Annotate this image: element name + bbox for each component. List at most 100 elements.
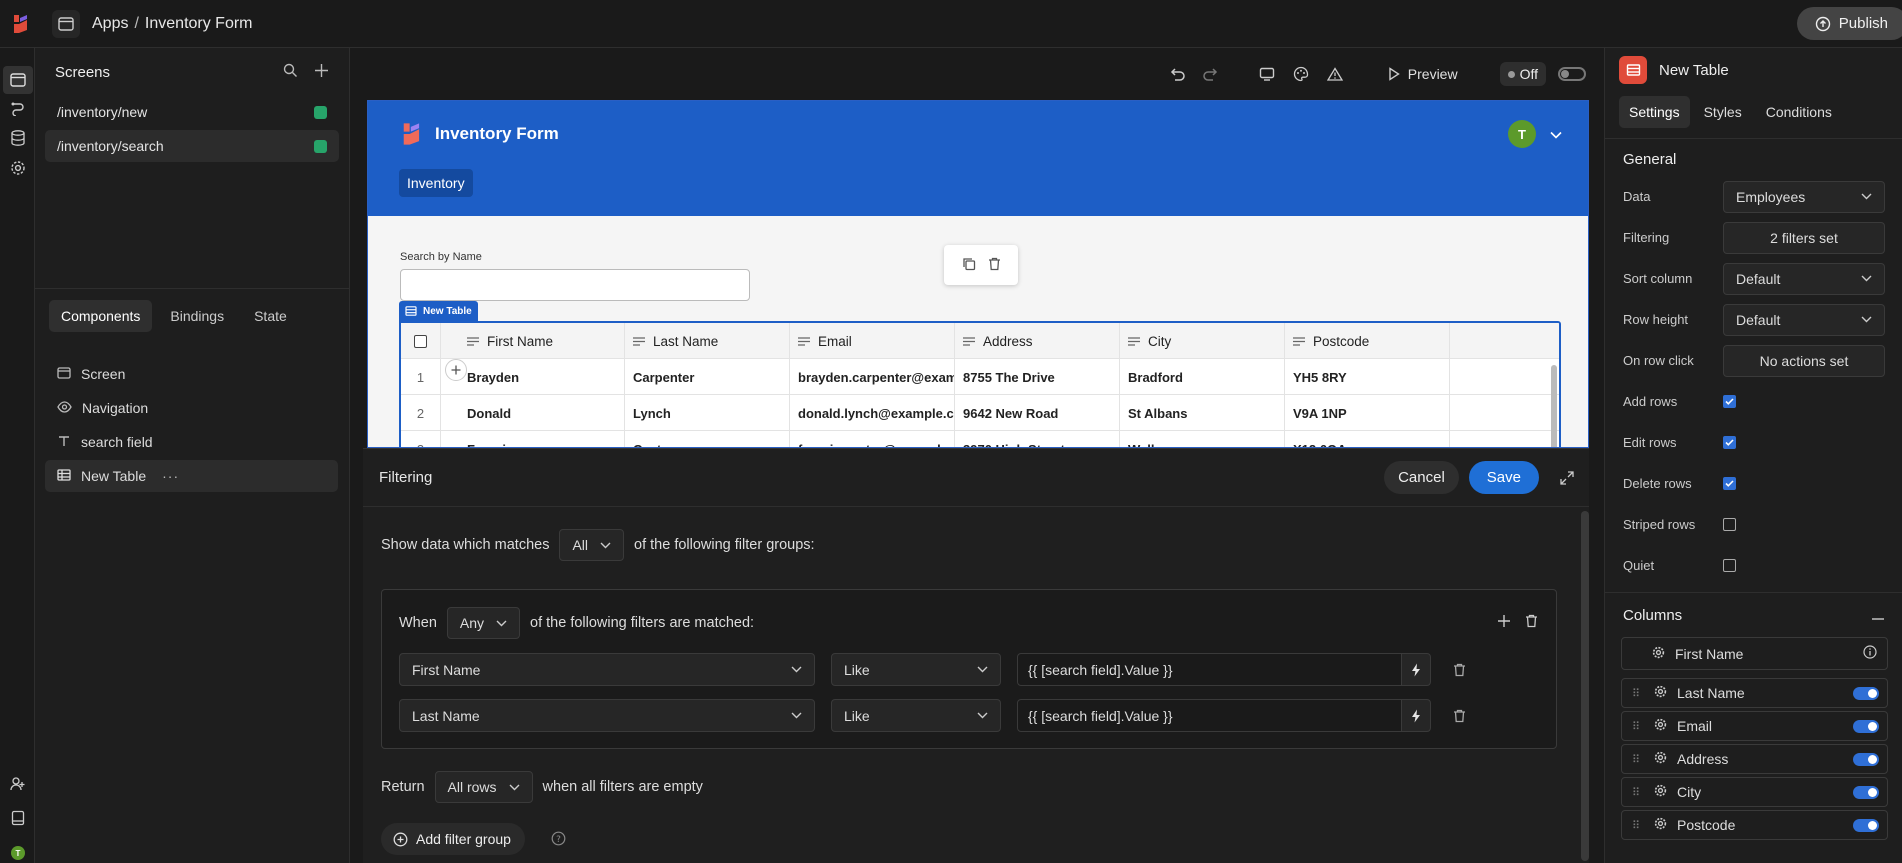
breadcrumb-app-name[interactable]: Inventory Form: [145, 15, 253, 33]
table-row[interactable]: 1 Brayden Carpenter brayden.carpenter@ex…: [401, 359, 1559, 395]
add-row-plus-icon[interactable]: [445, 359, 467, 381]
preview-button[interactable]: Preview: [1380, 66, 1466, 82]
tab-components[interactable]: Components: [49, 300, 153, 332]
column-item-email[interactable]: ⠿ Email: [1621, 711, 1888, 741]
cell-last-name[interactable]: Carpenter: [625, 359, 790, 395]
column-visibility-toggle[interactable]: [1853, 752, 1879, 766]
device-desktop-icon[interactable]: [1256, 63, 1278, 85]
match-any-select[interactable]: Any: [446, 607, 521, 639]
return-rows-select[interactable]: All rows: [434, 771, 533, 803]
drag-handle-icon[interactable]: ⠿: [1632, 720, 1644, 733]
cell-address[interactable]: 8755 The Drive: [955, 359, 1120, 395]
user-avatar[interactable]: T: [8, 843, 28, 863]
drag-handle-icon[interactable]: ⠿: [1632, 819, 1644, 832]
settings-gear-icon[interactable]: [8, 158, 28, 178]
cell-city[interactable]: Bradford: [1120, 359, 1285, 395]
match-all-select[interactable]: All: [559, 529, 625, 561]
expand-icon[interactable]: [1555, 466, 1579, 490]
table-row[interactable]: 2 Donald Lynch donald.lynch@example.com …: [401, 395, 1559, 431]
tab-conditions[interactable]: Conditions: [1756, 96, 1842, 128]
column-header-last-name[interactable]: Last Name: [625, 323, 790, 359]
column-settings-gear-icon[interactable]: [1652, 646, 1665, 662]
column-settings-gear-icon[interactable]: [1654, 718, 1667, 734]
column-header-postcode[interactable]: Postcode: [1285, 323, 1450, 359]
publish-button[interactable]: Publish: [1796, 7, 1902, 40]
filter-field-select[interactable]: First Name: [399, 653, 815, 686]
cell-email[interactable]: francis.castro@example.com: [790, 431, 955, 447]
component-name[interactable]: New Table: [1659, 62, 1729, 79]
automation-icon[interactable]: [8, 98, 28, 118]
live-status-toggle[interactable]: Off: [1499, 62, 1546, 86]
edit-rows-checkbox[interactable]: [1723, 436, 1736, 449]
component-item-navigation[interactable]: Navigation: [45, 392, 338, 424]
breadcrumb-apps[interactable]: Apps: [92, 15, 128, 33]
column-settings-gear-icon[interactable]: [1654, 751, 1667, 767]
delete-trash-icon[interactable]: [988, 257, 1001, 274]
data-source-select[interactable]: Employees: [1723, 180, 1885, 213]
column-visibility-toggle[interactable]: [1853, 818, 1879, 832]
tab-bindings[interactable]: Bindings: [158, 300, 236, 332]
column-settings-gear-icon[interactable]: [1654, 784, 1667, 800]
delete-group-trash-icon[interactable]: [1525, 614, 1538, 631]
delete-filter-trash-icon[interactable]: [1439, 699, 1479, 732]
cell-first-name[interactable]: Brayden: [441, 359, 625, 395]
cell-address[interactable]: 3970 High Street: [955, 431, 1120, 447]
sort-column-select[interactable]: Default: [1723, 262, 1885, 295]
add-filter-plus-icon[interactable]: [1497, 614, 1511, 631]
redo-icon[interactable]: [1200, 63, 1222, 85]
toggle-sidebar-icon[interactable]: [52, 9, 80, 38]
data-table[interactable]: First Name Last Name Email Address City …: [399, 321, 1561, 447]
save-button[interactable]: Save: [1468, 461, 1539, 494]
filter-operator-select[interactable]: Like: [831, 699, 1001, 732]
filtering-button[interactable]: 2 filters set: [1723, 221, 1885, 254]
columns-section-header[interactable]: Columns: [1605, 593, 1902, 637]
cell-postcode[interactable]: X12 6QA: [1285, 431, 1450, 447]
column-header-first-name[interactable]: First Name: [441, 323, 625, 359]
data-icon[interactable]: [8, 128, 28, 148]
column-visibility-toggle[interactable]: [1853, 686, 1879, 700]
column-header-city[interactable]: City: [1120, 323, 1285, 359]
cell-last-name[interactable]: Lynch: [625, 395, 790, 431]
cell-email[interactable]: donald.lynch@example.com: [790, 395, 955, 431]
table-row[interactable]: 3 Francis Castro francis.castro@example.…: [401, 431, 1559, 447]
filter-field-select[interactable]: Last Name: [399, 699, 815, 732]
column-item-first-name[interactable]: First Name: [1621, 637, 1888, 670]
tab-state[interactable]: State: [242, 300, 299, 332]
binding-lightning-icon[interactable]: [1401, 653, 1431, 686]
undo-icon[interactable]: [1166, 63, 1188, 85]
warning-icon[interactable]: [1324, 63, 1346, 85]
table-scrollbar[interactable]: [1551, 365, 1557, 447]
cell-first-name[interactable]: Donald: [441, 395, 625, 431]
tab-settings[interactable]: Settings: [1619, 96, 1690, 128]
add-filter-group-button[interactable]: Add filter group: [381, 823, 525, 855]
column-item-postcode[interactable]: ⠿ Postcode: [1621, 810, 1888, 840]
striped-rows-checkbox[interactable]: [1723, 518, 1736, 531]
column-item-last-name[interactable]: ⠿ Last Name: [1621, 678, 1888, 708]
column-header-email[interactable]: Email: [790, 323, 955, 359]
help-question-icon[interactable]: ?: [551, 831, 566, 849]
chevron-down-icon[interactable]: [1550, 126, 1562, 142]
docs-book-icon[interactable]: [8, 808, 28, 828]
drag-handle-icon[interactable]: ⠿: [1632, 786, 1644, 799]
cell-postcode[interactable]: V9A 1NP: [1285, 395, 1450, 431]
cell-city[interactable]: St Albans: [1120, 395, 1285, 431]
column-item-city[interactable]: ⠿ City: [1621, 777, 1888, 807]
filter-value-input[interactable]: {{ [search field].Value }}: [1017, 653, 1402, 686]
drag-handle-icon[interactable]: ⠿: [1632, 753, 1644, 766]
more-options-icon[interactable]: ···: [162, 468, 179, 484]
quiet-checkbox[interactable]: [1723, 559, 1736, 572]
row-height-select[interactable]: Default: [1723, 303, 1885, 336]
filter-operator-select[interactable]: Like: [831, 653, 1001, 686]
cell-city[interactable]: Wells: [1120, 431, 1285, 447]
nav-link-inventory[interactable]: Inventory: [399, 169, 473, 197]
search-icon[interactable]: [283, 63, 298, 81]
cell-address[interactable]: 9642 New Road: [955, 395, 1120, 431]
delete-filter-trash-icon[interactable]: [1439, 653, 1479, 686]
drag-handle-icon[interactable]: ⠿: [1632, 687, 1644, 700]
add-rows-checkbox[interactable]: [1723, 395, 1736, 408]
component-item-search-field[interactable]: search field: [45, 426, 338, 458]
cell-first-name[interactable]: Francis: [441, 431, 625, 447]
toggle-switch[interactable]: [1558, 67, 1586, 81]
search-input[interactable]: [400, 269, 750, 301]
row-click-actions-button[interactable]: No actions set: [1723, 344, 1885, 377]
